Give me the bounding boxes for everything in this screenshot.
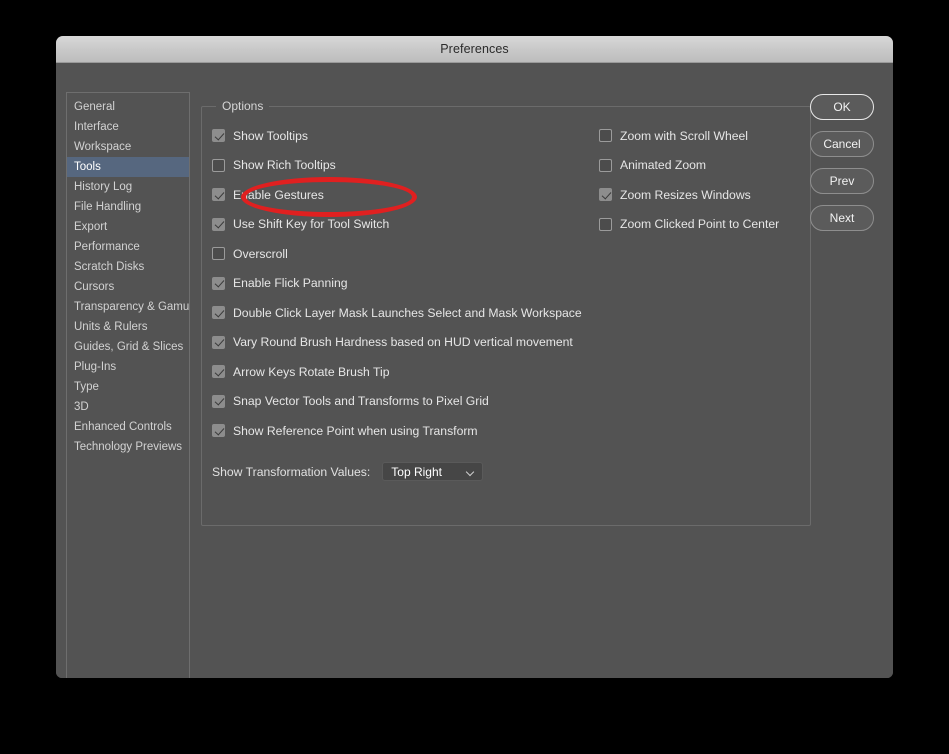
checkbox-row-animated-zoom[interactable]: Animated Zoom bbox=[599, 151, 809, 181]
next-button[interactable]: Next bbox=[810, 205, 874, 231]
checkbox-snap-vector-tools-and-transforms-to-pixel-grid[interactable] bbox=[212, 394, 225, 408]
sidebar-item-file-handling[interactable]: File Handling bbox=[67, 197, 189, 217]
checkbox-label-double-click-layer-mask-launches-select-and-mask-workspace: Double Click Layer Mask Launches Select … bbox=[233, 305, 582, 320]
sidebar-item-plug-ins[interactable]: Plug-Ins bbox=[67, 357, 189, 377]
show-transformation-values-row: Show Transformation Values: Top Right bbox=[212, 462, 484, 481]
checkbox-row-show-reference-point-when-using-transform[interactable]: Show Reference Point when using Transfor… bbox=[212, 416, 602, 446]
checkbox-label-zoom-with-scroll-wheel: Zoom with Scroll Wheel bbox=[620, 128, 749, 143]
checkbox-label-enable-gestures: Enable Gestures bbox=[233, 187, 324, 202]
sidebar-item-3d[interactable]: 3D bbox=[67, 397, 189, 417]
checkbox-label-vary-round-brush-hardness-based-on-hud-vertical-movement: Vary Round Brush Hardness based on HUD v… bbox=[233, 335, 573, 350]
checkbox-row-show-tooltips[interactable]: Show Tooltips bbox=[212, 121, 602, 151]
checkbox-show-tooltips[interactable] bbox=[212, 129, 225, 143]
checkbox-label-arrow-keys-rotate-brush-tip: Arrow Keys Rotate Brush Tip bbox=[233, 364, 390, 379]
sidebar-item-tools[interactable]: Tools bbox=[67, 157, 189, 177]
ok-button[interactable]: OK bbox=[810, 94, 874, 120]
checkbox-row-zoom-clicked-point-to-center[interactable]: Zoom Clicked Point to Center bbox=[599, 210, 809, 240]
window-titlebar[interactable]: Preferences bbox=[56, 36, 893, 63]
show-transformation-values-select[interactable]: Top Right bbox=[382, 462, 484, 481]
checkbox-label-show-rich-tooltips: Show Rich Tooltips bbox=[233, 158, 336, 173]
checkbox-label-animated-zoom: Animated Zoom bbox=[620, 158, 707, 173]
preferences-dialog: Preferences General Interface Workspace Too… bbox=[56, 36, 893, 678]
show-transformation-values-label: Show Transformation Values: bbox=[212, 464, 371, 479]
checkbox-label-snap-vector-tools-and-transforms-to-pixel-grid: Snap Vector Tools and Transforms to Pixe… bbox=[233, 394, 489, 409]
window-title: Preferences bbox=[440, 42, 509, 56]
checkbox-row-zoom-with-scroll-wheel[interactable]: Zoom with Scroll Wheel bbox=[599, 121, 809, 151]
sidebar-item-transparency-gamut[interactable]: Transparency & Gamut bbox=[67, 297, 189, 317]
sidebar-item-enhanced-controls[interactable]: Enhanced Controls bbox=[67, 417, 189, 437]
sidebar-item-general[interactable]: General bbox=[67, 97, 189, 117]
checkbox-zoom-clicked-point-to-center[interactable] bbox=[599, 217, 612, 231]
checkbox-label-zoom-resizes-windows: Zoom Resizes Windows bbox=[620, 187, 751, 202]
checkbox-row-overscroll[interactable]: Overscroll bbox=[212, 239, 602, 269]
checkbox-show-rich-tooltips[interactable] bbox=[212, 158, 225, 172]
checkbox-label-use-shift-key-for-tool-switch: Use Shift Key for Tool Switch bbox=[233, 217, 390, 232]
checkbox-row-arrow-keys-rotate-brush-tip[interactable]: Arrow Keys Rotate Brush Tip bbox=[212, 357, 602, 387]
checkbox-row-enable-flick-panning[interactable]: Enable Flick Panning bbox=[212, 269, 602, 299]
checkbox-enable-gestures[interactable] bbox=[212, 188, 225, 202]
sidebar-item-technology-previews[interactable]: Technology Previews bbox=[67, 437, 189, 457]
sidebar-item-cursors[interactable]: Cursors bbox=[67, 277, 189, 297]
cancel-button[interactable]: Cancel bbox=[810, 131, 874, 157]
checkbox-label-show-tooltips: Show Tooltips bbox=[233, 128, 308, 143]
checkbox-animated-zoom[interactable] bbox=[599, 158, 612, 172]
sidebar-item-scratch-disks[interactable]: Scratch Disks bbox=[67, 257, 189, 277]
prev-button[interactable]: Prev bbox=[810, 168, 874, 194]
checkbox-row-use-shift-key-for-tool-switch[interactable]: Use Shift Key for Tool Switch bbox=[212, 210, 602, 240]
sidebar-item-interface[interactable]: Interface bbox=[67, 117, 189, 137]
dialog-body: General Interface Workspace Tools History Lo… bbox=[56, 63, 893, 678]
checkbox-label-show-reference-point-when-using-transform: Show Reference Point when using Transfor… bbox=[233, 423, 478, 438]
options-group: Options Show Tooltips Show Rich Tooltips E… bbox=[201, 99, 811, 526]
checkbox-label-overscroll: Overscroll bbox=[233, 246, 288, 261]
sidebar-item-units-rulers[interactable]: Units & Rulers bbox=[67, 317, 189, 337]
checkbox-show-reference-point-when-using-transform[interactable] bbox=[212, 424, 225, 438]
options-group-label: Options bbox=[216, 99, 270, 113]
options-left-column: Show Tooltips Show Rich Tooltips Enable Ge… bbox=[212, 121, 602, 446]
checkbox-row-show-rich-tooltips[interactable]: Show Rich Tooltips bbox=[212, 151, 602, 181]
screen: Preferences General Interface Workspace Too… bbox=[0, 0, 949, 754]
checkbox-arrow-keys-rotate-brush-tip[interactable] bbox=[212, 365, 225, 379]
sidebar-item-history-log[interactable]: History Log bbox=[67, 177, 189, 197]
show-transformation-values-value: Top Right bbox=[391, 464, 442, 479]
dialog-buttons: OK Cancel Prev Next bbox=[810, 94, 874, 242]
checkbox-overscroll[interactable] bbox=[212, 247, 225, 261]
checkbox-row-enable-gestures[interactable]: Enable Gestures bbox=[212, 180, 602, 210]
checkbox-label-zoom-clicked-point-to-center: Zoom Clicked Point to Center bbox=[620, 217, 780, 232]
checkbox-row-double-click-layer-mask-launches-select-and-mask-workspace[interactable]: Double Click Layer Mask Launches Select … bbox=[212, 298, 602, 328]
checkbox-zoom-resizes-windows[interactable] bbox=[599, 188, 612, 202]
sidebar-item-guides-grid-slices[interactable]: Guides, Grid & Slices bbox=[67, 337, 189, 357]
checkbox-row-zoom-resizes-windows[interactable]: Zoom Resizes Windows bbox=[599, 180, 809, 210]
sidebar-item-type[interactable]: Type bbox=[67, 377, 189, 397]
checkbox-use-shift-key-for-tool-switch[interactable] bbox=[212, 217, 225, 231]
checkbox-row-snap-vector-tools-and-transforms-to-pixel-grid[interactable]: Snap Vector Tools and Transforms to Pixe… bbox=[212, 387, 602, 417]
chevron-down-icon bbox=[467, 469, 474, 476]
checkbox-double-click-layer-mask-launches-select-and-mask-workspace[interactable] bbox=[212, 306, 225, 320]
checkbox-enable-flick-panning[interactable] bbox=[212, 276, 225, 290]
checkbox-row-vary-round-brush-hardness-based-on-hud-vertical-movement[interactable]: Vary Round Brush Hardness based on HUD v… bbox=[212, 328, 602, 358]
checkbox-zoom-with-scroll-wheel[interactable] bbox=[599, 129, 612, 143]
sidebar-item-export[interactable]: Export bbox=[67, 217, 189, 237]
options-right-column: Zoom with Scroll Wheel Animated Zoom Zoom … bbox=[599, 121, 809, 239]
checkbox-label-enable-flick-panning: Enable Flick Panning bbox=[233, 276, 348, 291]
checkbox-vary-round-brush-hardness-based-on-hud-vertical-movement[interactable] bbox=[212, 335, 225, 349]
sidebar-item-performance[interactable]: Performance bbox=[67, 237, 189, 257]
category-list[interactable]: General Interface Workspace Tools History Lo… bbox=[66, 92, 190, 678]
sidebar-item-workspace[interactable]: Workspace bbox=[67, 137, 189, 157]
